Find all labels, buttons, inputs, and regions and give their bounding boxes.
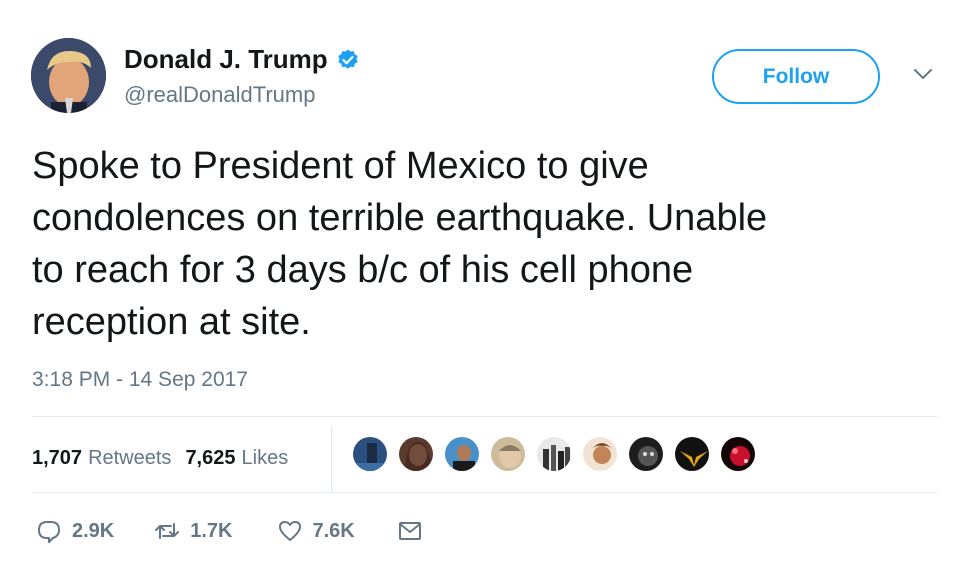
reply-action[interactable]: 2.9K	[36, 518, 114, 544]
retweets-label: Retweets	[88, 446, 172, 469]
retweet-icon	[155, 523, 180, 539]
heart-icon	[278, 521, 301, 541]
liker-avatar[interactable]	[397, 435, 435, 473]
reply-icon	[38, 521, 60, 543]
tweet-stats: 1,707 Retweets 7,625 Likes	[32, 438, 288, 478]
retweets-stat[interactable]: 1,707 Retweets	[32, 447, 171, 470]
divider-top	[32, 416, 937, 417]
liker-avatar[interactable]	[535, 435, 573, 473]
likes-stat[interactable]: 7,625 Likes	[185, 447, 288, 470]
liker-avatar[interactable]	[489, 435, 527, 473]
tweet-text: Spoke to President of Mexico to give con…	[32, 145, 768, 343]
liker-avatar[interactable]	[719, 435, 757, 473]
tweet-actions: 2.9K 1.7K 7.6K	[36, 515, 423, 547]
stats-separator	[331, 426, 332, 492]
liker-avatar[interactable]	[673, 435, 711, 473]
follow-button[interactable]: Follow	[712, 49, 880, 104]
like-action[interactable]: 7.6K	[277, 518, 355, 544]
likes-count: 7,625	[185, 446, 236, 469]
liker-avatar[interactable]	[581, 435, 619, 473]
user-avatar[interactable]	[31, 38, 106, 113]
liker-avatar[interactable]	[443, 435, 481, 473]
retweet-count: 1.7K	[190, 519, 233, 542]
chevron-down-icon[interactable]	[912, 66, 934, 82]
tweet-timestamp[interactable]: 3:18 PM - 14 Sep 2017	[32, 368, 248, 392]
retweets-count: 1,707	[32, 446, 83, 469]
likes-label: Likes	[241, 446, 289, 469]
liker-avatar[interactable]	[351, 435, 389, 473]
liker-avatar[interactable]	[627, 435, 665, 473]
liker-avatars	[351, 435, 757, 473]
like-count: 7.6K	[312, 519, 355, 542]
user-name-text[interactable]: Donald J. Trump	[124, 44, 328, 75]
retweet-action[interactable]: 1.7K	[154, 518, 233, 544]
direct-message-icon	[398, 522, 421, 540]
reply-count: 2.9K	[72, 519, 115, 542]
divider-bottom	[32, 492, 937, 493]
verified-badge-icon	[337, 49, 358, 69]
direct-message-action[interactable]	[397, 518, 423, 544]
user-name[interactable]: Donald J. Trump	[124, 44, 360, 75]
user-handle[interactable]: @realDonaldTrump	[124, 82, 315, 108]
